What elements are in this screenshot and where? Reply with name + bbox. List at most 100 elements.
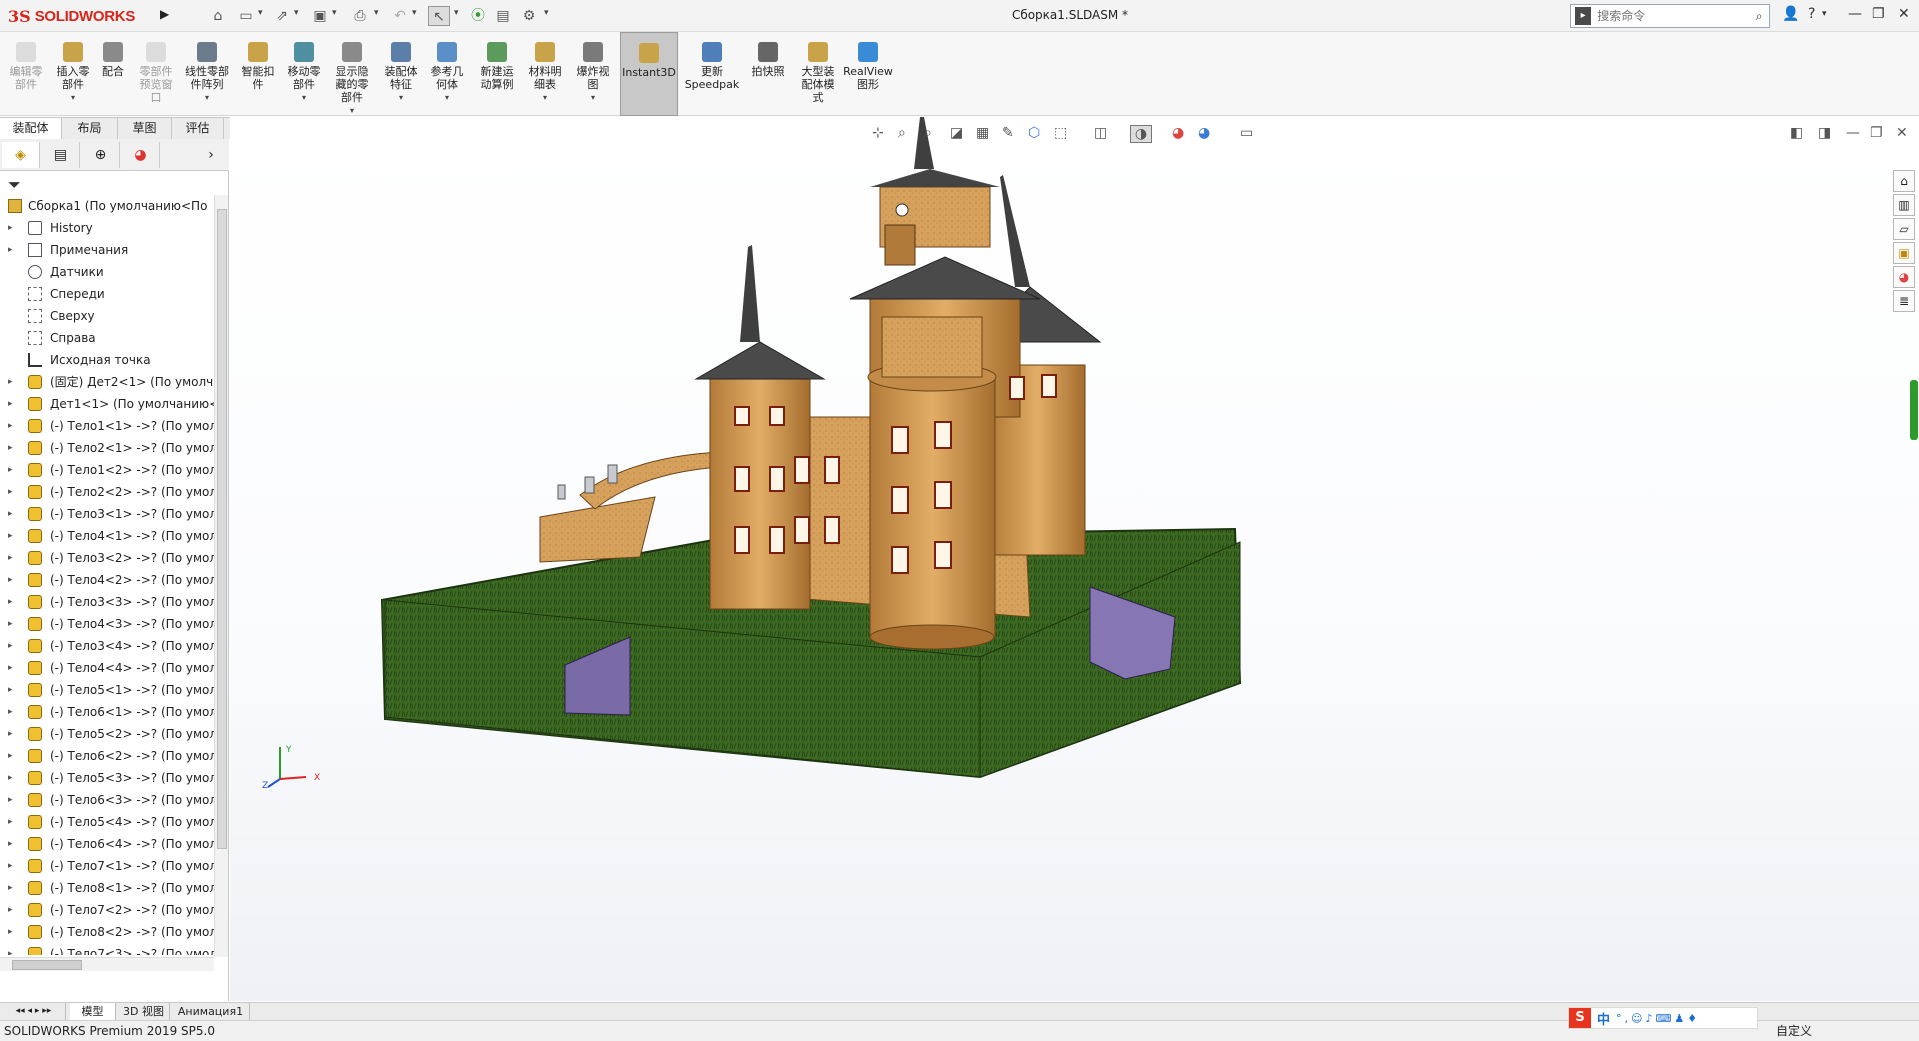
tree-item[interactable]: Спереди: [0, 283, 214, 305]
tree-item[interactable]: ▸ (-) Тело4<4> ->? (По умол: [0, 657, 214, 679]
tree-item[interactable]: Справа: [0, 327, 214, 349]
command-button[interactable]: 更新 Speedpak: [684, 32, 740, 116]
tree-expand-icon[interactable]: ▸: [8, 899, 13, 921]
tree-expand-icon[interactable]: ▸: [8, 569, 13, 591]
tree-expand-icon[interactable]: ▸: [8, 635, 13, 657]
undo-dropdown-icon[interactable]: ▾: [412, 8, 417, 18]
tree-expand-icon[interactable]: ▸: [8, 503, 13, 525]
save-dropdown-icon[interactable]: ▾: [332, 8, 337, 18]
tree-expand-icon[interactable]: ▸: [8, 833, 13, 855]
user-icon[interactable]: 👤: [1782, 6, 1799, 22]
command-button[interactable]: 移动零 部件 ▾: [282, 32, 326, 116]
tree-item[interactable]: ▸ History: [0, 217, 214, 239]
ribbon-tab[interactable]: 评估: [172, 117, 224, 139]
print-icon[interactable]: ⎙: [350, 6, 370, 26]
tree-item[interactable]: ▸ (-) Тело6<3> ->? (По умол: [0, 789, 214, 811]
tree-item[interactable]: ▸ (-) Тело5<4> ->? (По умол: [0, 811, 214, 833]
tree-item[interactable]: ▸ (-) Тело8<2> ->? (По умол: [0, 921, 214, 943]
custom-properties-icon[interactable]: ≣: [1893, 290, 1915, 312]
save-icon[interactable]: ▣: [310, 6, 330, 26]
tree-item[interactable]: ▸ (-) Тело4<1> ->? (По умол: [0, 525, 214, 547]
command-button[interactable]: 新建运 动算例: [474, 32, 520, 116]
feature-manager-tab-icon[interactable]: ◈: [2, 142, 40, 168]
close-icon[interactable]: ✕: [1898, 6, 1910, 22]
viewport-tile-icon[interactable]: ◧: [1790, 125, 1803, 141]
zoom-to-fit-icon[interactable]: ⊹: [872, 125, 884, 141]
ribbon-tab[interactable]: 布局: [62, 117, 118, 139]
tree-expand-icon[interactable]: ▸: [8, 547, 13, 569]
tree-item[interactable]: ▸ (-) Тело5<1> ->? (По умол: [0, 679, 214, 701]
castle-model[interactable]: [230, 117, 1919, 1001]
tree-expand-icon[interactable]: ▸: [8, 437, 13, 459]
tree-expand-icon[interactable]: ▸: [8, 679, 13, 701]
tree-item[interactable]: ▸ (-) Тело5<3> ->? (По умол: [0, 767, 214, 789]
tree-item[interactable]: ▸ (-) Тело1<1> ->? (По умол: [0, 415, 214, 437]
tree-item[interactable]: ▸ (-) Тело7<1> ->? (По умол: [0, 855, 214, 877]
tree-item[interactable]: ▸ (-) Тело2<1> ->? (По умол: [0, 437, 214, 459]
help-icon[interactable]: ?: [1808, 6, 1815, 22]
new-document-icon[interactable]: ▭: [236, 6, 256, 26]
tree-item[interactable]: ▸ (-) Тело4<3> ->? (По умол: [0, 613, 214, 635]
ime-tools-icon[interactable]: °,☺♪⌨♟♦: [1616, 1012, 1700, 1025]
tree-expand-icon[interactable]: ▸: [8, 613, 13, 635]
display-style-icon[interactable]: ⬡: [1028, 125, 1040, 141]
view-palette-icon[interactable]: ▣: [1893, 242, 1915, 264]
file-explorer-icon[interactable]: ▱: [1893, 218, 1915, 240]
bottom-tab[interactable]: 3D 视图: [118, 1003, 170, 1021]
command-button[interactable]: 智能扣 件: [238, 32, 278, 116]
tree-vertical-scrollbar[interactable]: [214, 195, 228, 957]
command-dropdown-icon[interactable]: ▾: [330, 104, 374, 117]
tree-expand-icon[interactable]: ▸: [8, 767, 13, 789]
command-button[interactable]: 零部件 预览窗 口: [136, 32, 176, 116]
tree-expand-icon[interactable]: ▸: [8, 393, 13, 415]
tree-expand-icon[interactable]: ▸: [8, 591, 13, 613]
command-button[interactable]: 显示隐 藏的零 部件 ▾: [330, 32, 374, 116]
display-manager-tab-icon[interactable]: ◕: [122, 142, 160, 168]
tree-item[interactable]: ▸ Дет1<1> (По умолчанию<: [0, 393, 214, 415]
viewport-restore-icon[interactable]: ❐: [1870, 125, 1883, 141]
select-pointer-icon[interactable]: ↖: [428, 6, 450, 26]
tree-expand-icon[interactable]: ▸: [8, 943, 13, 955]
command-dropdown-icon[interactable]: ▾: [524, 91, 566, 104]
bottom-tab[interactable]: 模型: [70, 1003, 116, 1021]
appearances-scenes-icon[interactable]: ◕: [1893, 266, 1915, 288]
view-orientation-icon[interactable]: ✎: [1002, 125, 1014, 141]
open-dropdown-icon[interactable]: ▾: [294, 8, 299, 18]
bottom-tab[interactable]: Анимация1: [172, 1003, 250, 1021]
customize-label[interactable]: 自定义: [1776, 1021, 1812, 1041]
dynamic-annotation-icon[interactable]: ▦: [976, 125, 989, 141]
vertical-scroll-thumb[interactable]: [217, 209, 227, 849]
panel-expand-icon[interactable]: ›: [196, 142, 226, 168]
command-button[interactable]: 拍快照: [748, 32, 788, 116]
home-icon[interactable]: ⌂: [208, 6, 228, 26]
command-button[interactable]: 配合: [96, 32, 130, 116]
horizontal-scroll-thumb[interactable]: [12, 960, 82, 970]
command-dropdown-icon[interactable]: ▾: [52, 91, 94, 104]
command-button[interactable]: 参考几 何体 ▾: [426, 32, 468, 116]
design-library-icon[interactable]: ▥: [1893, 194, 1915, 216]
edit-appearance-icon[interactable]: ◫: [1094, 125, 1107, 141]
search-commands[interactable]: ▸ ⌕: [1570, 4, 1770, 28]
menu-expand-arrow-icon[interactable]: ▶: [160, 7, 172, 25]
tree-item[interactable]: ▸ (-) Тело6<2> ->? (По умол: [0, 745, 214, 767]
tree-expand-icon[interactable]: ▸: [8, 525, 13, 547]
tree-item[interactable]: ▸ (固定) Дет2<1> (По умолча: [0, 371, 214, 393]
restore-icon[interactable]: ❐: [1872, 6, 1885, 22]
taskpane-slider[interactable]: [1910, 380, 1918, 440]
tree-item[interactable]: Сборка1 (По умолчанию<По: [0, 195, 214, 217]
file-properties-icon[interactable]: ▤: [494, 6, 512, 26]
command-dropdown-icon[interactable]: ▾: [426, 91, 468, 104]
tree-item[interactable]: Исходная точка: [0, 349, 214, 371]
options-dropdown-icon[interactable]: ▾: [544, 8, 549, 18]
command-button[interactable]: 线性零部 件阵列 ▾: [182, 32, 232, 116]
ime-toolbar[interactable]: S 中 °,☺♪⌨♟♦: [1568, 1007, 1758, 1029]
undo-icon[interactable]: ↶: [390, 6, 410, 26]
ime-logo-icon[interactable]: S: [1569, 1008, 1591, 1028]
zoom-to-area-icon[interactable]: ⌕: [898, 125, 906, 141]
tree-item[interactable]: ▸ (-) Тело6<1> ->? (По умол: [0, 701, 214, 723]
search-input[interactable]: [1595, 8, 1750, 24]
tree-filter-icon[interactable]: ⏷: [8, 175, 21, 195]
viewport-close-icon[interactable]: ✕: [1896, 125, 1908, 141]
open-icon[interactable]: ⇗: [272, 6, 292, 26]
command-search-icon[interactable]: ▸: [1575, 7, 1592, 25]
